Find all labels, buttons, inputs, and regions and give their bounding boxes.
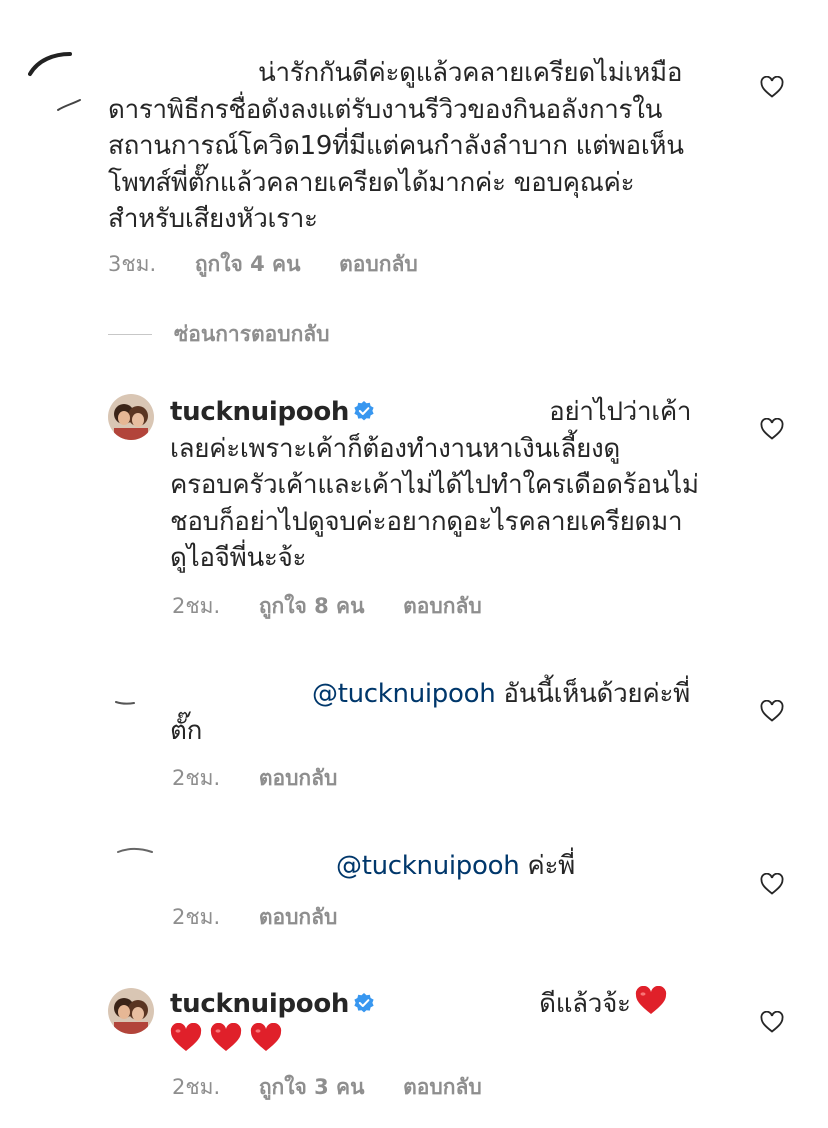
comment-text: tucknuipooh .ดีแล้วจ้ะ bbox=[170, 986, 750, 1059]
heart-outline-icon[interactable] bbox=[760, 1011, 784, 1033]
comment-likes[interactable]: ถูกใจ 3 คน bbox=[259, 1075, 365, 1099]
red-heart-emoji bbox=[635, 986, 666, 1014]
red-heart-emoji bbox=[210, 1022, 242, 1051]
comment-time: 3ชม. bbox=[108, 252, 157, 276]
username[interactable]: tucknuipooh bbox=[170, 397, 349, 427]
verified-badge-icon bbox=[354, 401, 374, 421]
comment-meta: 2ชม. ถูกใจ 8 คน ตอบกลับ bbox=[172, 590, 514, 623]
comment-time: 2ชม. bbox=[172, 766, 221, 790]
avatar-scribble bbox=[28, 52, 81, 111]
redacted-mention: . bbox=[379, 394, 549, 431]
heart-outline-icon[interactable] bbox=[760, 76, 784, 98]
red-heart-emoji bbox=[250, 1022, 282, 1051]
heart-outline-icon[interactable] bbox=[760, 873, 784, 895]
comment-likes[interactable]: ถูกใจ 8 คน bbox=[259, 594, 365, 618]
comment-meta: 3ชม. ถูกใจ 4 คน ตอบกลับ bbox=[108, 248, 450, 281]
redacted-username: . bbox=[170, 848, 336, 885]
redacted-mention: . bbox=[379, 986, 539, 1023]
comment-text: .@tucknuipooh อันนี้เห็นด้วยค่ะพี่ ตั๊ก bbox=[170, 676, 750, 749]
verified-badge-icon bbox=[354, 993, 374, 1013]
heart-outline-icon[interactable] bbox=[760, 418, 784, 440]
comment-time: 2ชม. bbox=[172, 594, 221, 618]
comment-meta: 2ชม. ตอบกลับ bbox=[172, 762, 369, 795]
reply-button[interactable]: ตอบกลับ bbox=[259, 766, 338, 790]
redacted-username: . bbox=[108, 55, 258, 92]
comment-body: ค่ะพี่ bbox=[527, 851, 575, 881]
red-heart-emoji bbox=[170, 1022, 202, 1051]
reply-button[interactable]: ตอบกลับ bbox=[259, 905, 338, 929]
comment-text: .@tucknuipooh ค่ะพี่ bbox=[170, 848, 750, 885]
divider-line bbox=[108, 334, 152, 335]
comment-body: ดีแล้วจ้ะ bbox=[539, 989, 631, 1019]
hide-replies-label: ซ่อนการตอบกลับ bbox=[174, 322, 330, 346]
comment-text: tucknuipooh .อย่าไปว่าเค้า เลยค่ะเพราะเค… bbox=[170, 394, 750, 577]
avatar[interactable] bbox=[108, 394, 154, 440]
avatar-scribble bbox=[117, 848, 153, 853]
username[interactable]: tucknuipooh bbox=[170, 989, 349, 1019]
avatar[interactable] bbox=[108, 988, 154, 1034]
reply-button[interactable]: ตอบกลับ bbox=[403, 1075, 482, 1099]
comment-meta: 2ชม. ถูกใจ 3 คน ตอบกลับ bbox=[172, 1071, 514, 1104]
mention-link[interactable]: @tucknuipooh bbox=[336, 851, 520, 881]
reply-button[interactable]: ตอบกลับ bbox=[339, 252, 418, 276]
comment-likes[interactable]: ถูกใจ 4 คน bbox=[195, 252, 301, 276]
redacted-username: . bbox=[170, 676, 312, 713]
comment-text: .น่ารักกันดีค่ะดูแล้วคลายเครียดไม่เหมือ … bbox=[108, 55, 748, 238]
comment-time: 2ชม. bbox=[172, 1075, 221, 1099]
comment-meta: 2ชม. ตอบกลับ bbox=[172, 901, 369, 934]
comment-time: 2ชม. bbox=[172, 905, 221, 929]
mention-link[interactable]: @tucknuipooh bbox=[312, 679, 496, 709]
hide-replies-toggle[interactable]: ซ่อนการตอบกลับ bbox=[108, 318, 330, 348]
avatar-scribble bbox=[115, 701, 135, 705]
reply-button[interactable]: ตอบกลับ bbox=[403, 594, 482, 618]
heart-outline-icon[interactable] bbox=[760, 700, 784, 722]
